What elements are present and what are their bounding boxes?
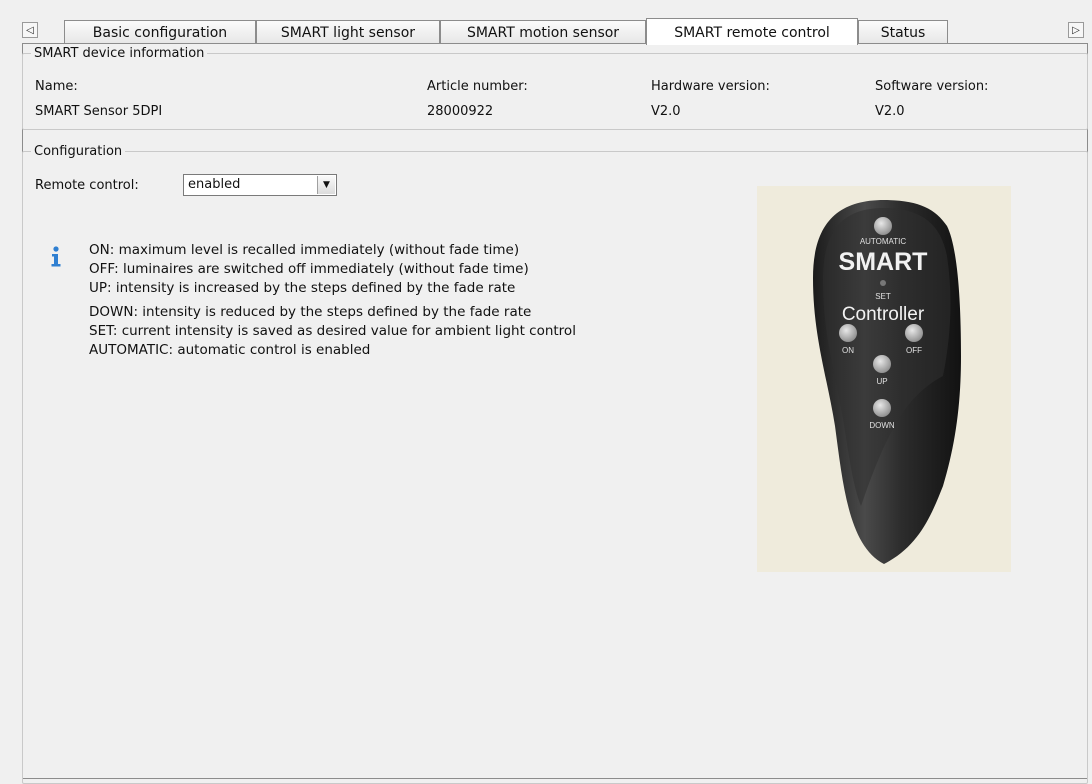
device-info-legend: SMART device information	[34, 46, 205, 61]
remote-automatic-button	[874, 217, 892, 235]
remote-control-select[interactable]: enabled ▼	[183, 174, 337, 196]
tab-status[interactable]: Status	[858, 20, 948, 44]
scroll-tabs-right-button[interactable]: ▷	[1068, 22, 1084, 38]
triangle-right-icon: ▷	[1072, 25, 1080, 36]
article-number-value: 28000922	[427, 104, 494, 119]
remote-control-value: enabled	[188, 177, 241, 192]
triangle-left-icon: ◁	[26, 25, 34, 36]
chevron-down-icon[interactable]: ▼	[317, 176, 335, 194]
name-value: SMART Sensor 5DPI	[35, 104, 163, 119]
info-line-on: ON: maximum level is recalled immediatel…	[89, 242, 520, 258]
remote-on-label: ON	[842, 346, 854, 355]
scroll-tabs-left-button[interactable]: ◁	[22, 22, 38, 38]
hardware-version-value: V2.0	[651, 104, 681, 119]
remote-down-label: DOWN	[869, 421, 895, 430]
remote-control-image: AUTOMATIC SMART SET Controller ON OFF UP…	[757, 186, 1011, 572]
info-line-automatic: AUTOMATIC: automatic control is enabled	[89, 342, 371, 358]
article-number-label: Article number:	[427, 79, 528, 94]
remote-up-button	[873, 355, 891, 373]
hardware-version-label: Hardware version:	[651, 79, 770, 94]
remote-led	[880, 280, 886, 286]
remote-up-label: UP	[876, 377, 887, 386]
remote-automatic-label: AUTOMATIC	[860, 237, 907, 246]
info-icon	[51, 246, 61, 267]
info-line-down: DOWN: intensity is reduced by the steps …	[89, 304, 532, 320]
name-label: Name:	[35, 79, 78, 94]
remote-on-button	[839, 324, 857, 342]
remote-off-button	[905, 324, 923, 342]
configuration-body: Remote control: enabled ▼ ON: maximum le…	[23, 144, 1087, 778]
tab-smart-motion-sensor[interactable]: SMART motion sensor	[440, 20, 646, 44]
remote-model-label: Controller	[842, 304, 925, 325]
tab-strip: ◁ Basic configuration SMART light sensor…	[0, 0, 1092, 45]
remote-brand-label: SMART	[839, 248, 928, 276]
tab-smart-light-sensor[interactable]: SMART light sensor	[256, 20, 440, 44]
remote-down-button	[873, 399, 891, 417]
info-line-up: UP: intensity is increased by the steps …	[89, 280, 516, 296]
info-line-set: SET: current intensity is saved as desir…	[89, 323, 576, 339]
tab-smart-remote-control[interactable]: SMART remote control	[646, 18, 858, 45]
remote-control-label: Remote control:	[35, 178, 139, 193]
tab-content-panel: SMART device information Name: SMART Sen…	[22, 43, 1088, 784]
software-version-label: Software version:	[875, 79, 989, 94]
software-version-value: V2.0	[875, 104, 905, 119]
remote-off-label: OFF	[906, 346, 922, 355]
tab-basic-configuration[interactable]: Basic configuration	[64, 20, 256, 44]
remote-set-label: SET	[875, 292, 891, 301]
info-line-off: OFF: luminaires are switched off immedia…	[89, 261, 529, 277]
